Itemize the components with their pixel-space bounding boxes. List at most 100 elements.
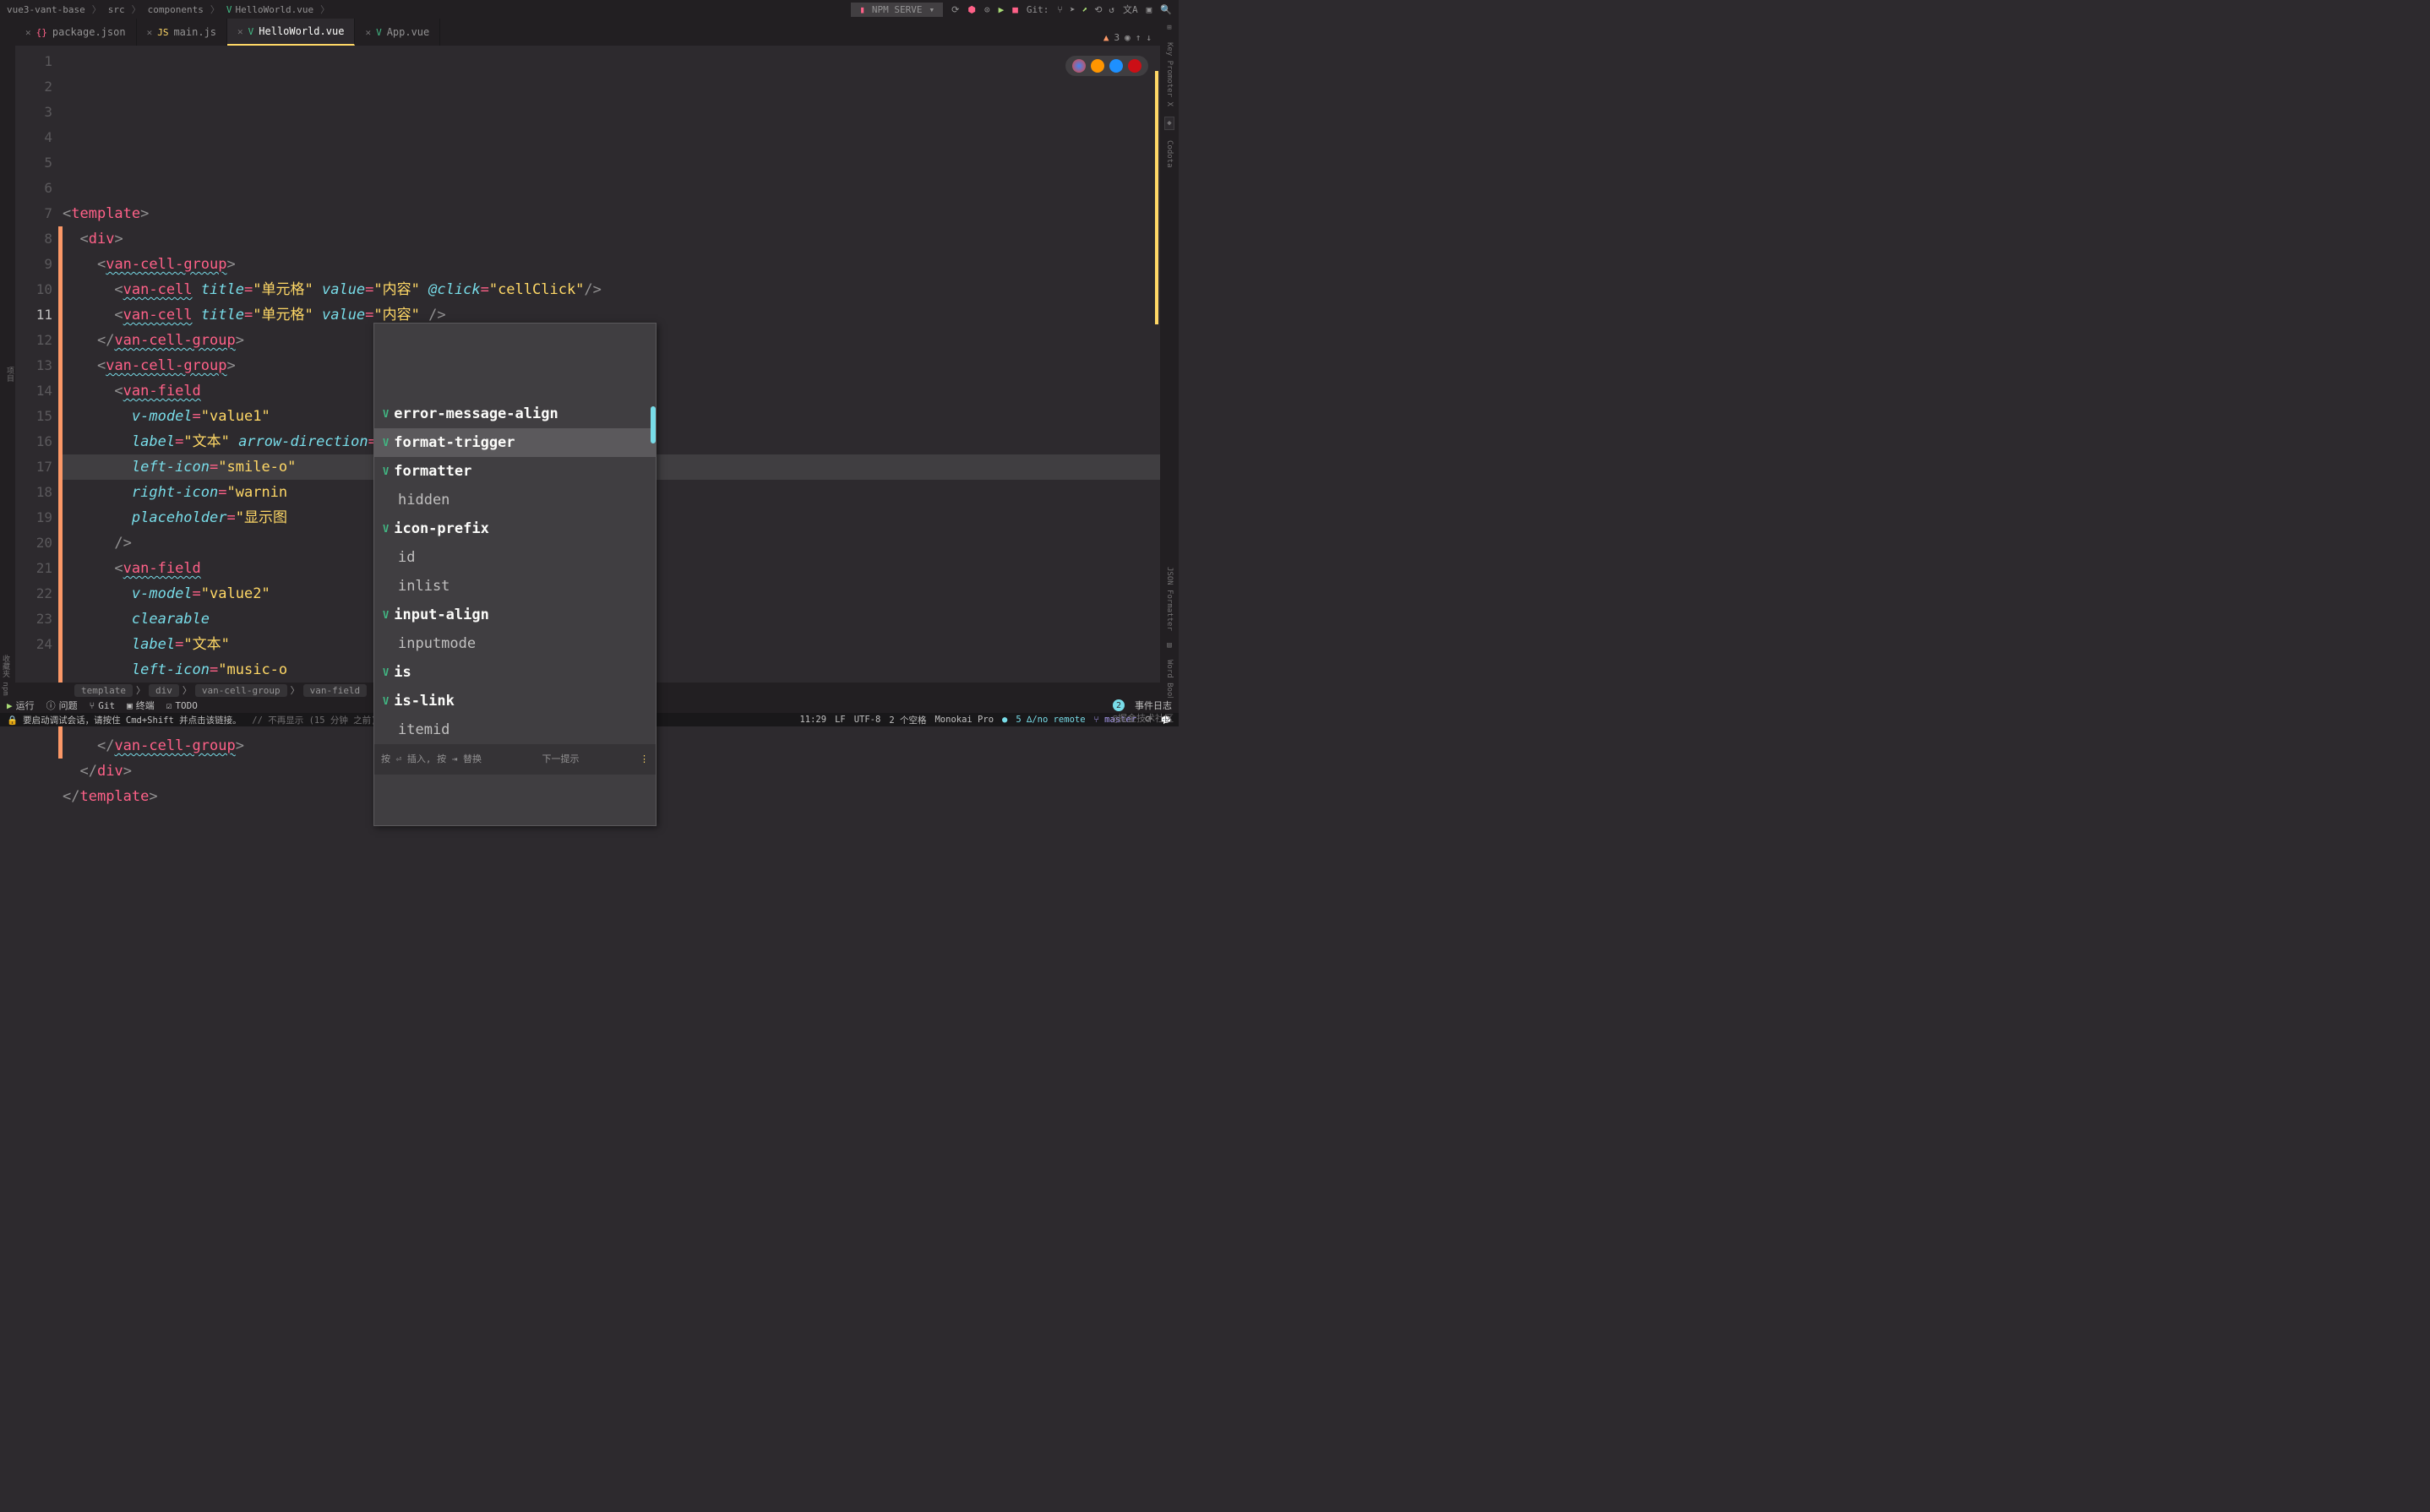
- stop-square-icon[interactable]: ■: [1012, 4, 1018, 15]
- event-count-badge[interactable]: 2: [1113, 699, 1125, 711]
- crumb-van-field[interactable]: van-field: [303, 684, 368, 697]
- left-rail-bottom: 收藏夹 npm: [0, 655, 11, 696]
- safari-icon[interactable]: [1109, 59, 1123, 73]
- favorites-tool[interactable]: 收藏夹: [1, 655, 9, 677]
- autocomplete-item[interactable]: itemid: [374, 715, 656, 744]
- breadcrumb-path[interactable]: vue3-vant-base 〉 src 〉 components 〉 V He…: [7, 3, 333, 16]
- line-number: 15: [15, 404, 52, 429]
- code-content[interactable]: ▲ 3 ◉ ↑ ↓ <template> <div> <van-cell-gro…: [63, 46, 1160, 683]
- color-scheme[interactable]: Monokai Pro: [934, 715, 994, 725]
- terminal-button[interactable]: ▣终端: [127, 699, 155, 712]
- tab-main-js[interactable]: ✕ JS main.js: [137, 19, 227, 46]
- tab-app-vue[interactable]: ✕ V App.vue: [355, 19, 440, 46]
- run-configuration-selector[interactable]: ▮ NPM SERVE ▾: [851, 3, 943, 17]
- autocomplete-item[interactable]: hidden: [374, 486, 656, 514]
- grid-icon[interactable]: ⊞: [1167, 24, 1171, 32]
- vue-icon: V: [383, 430, 389, 455]
- autocomplete-item[interactable]: Vicon-prefix: [374, 514, 656, 543]
- debug-icon[interactable]: ⊙: [984, 4, 990, 15]
- project-tool[interactable]: 项目: [4, 367, 15, 382]
- tab-helloworld-vue[interactable]: ✕ V HelloWorld.vue: [227, 19, 355, 46]
- chevron-right-icon: 〉: [136, 683, 145, 697]
- indent-settings[interactable]: 2 个空格: [889, 714, 926, 726]
- breadcrumb-components[interactable]: components: [148, 4, 204, 15]
- git-label: Git:: [1027, 4, 1049, 15]
- up-arrow-icon[interactable]: ↑: [1136, 25, 1141, 51]
- eye-icon[interactable]: ◉: [1125, 25, 1131, 51]
- tab-label: HelloWorld.vue: [259, 25, 344, 37]
- autocomplete-item[interactable]: Vformatter: [374, 457, 656, 486]
- line-number: 2: [15, 74, 52, 100]
- breadcrumb-src[interactable]: src: [108, 4, 125, 15]
- watermark: @掘金技术社区: [1112, 711, 1174, 725]
- git-revert-icon[interactable]: ↺: [1109, 4, 1114, 15]
- translate-icon[interactable]: 文A: [1123, 3, 1138, 16]
- word-book-tool[interactable]: Word Book: [1165, 660, 1174, 701]
- line-number-gutter: 123456789101112131415161718192021222324: [15, 46, 63, 683]
- close-icon[interactable]: ✕: [147, 27, 153, 38]
- line-number: 24: [15, 632, 52, 657]
- run-panel-button[interactable]: ▶运行: [7, 699, 35, 712]
- codota-icon[interactable]: ◆: [1164, 117, 1174, 130]
- reload-icon[interactable]: ⟳: [951, 4, 959, 15]
- npm-tool[interactable]: npm: [1, 683, 9, 696]
- close-icon[interactable]: ✕: [25, 27, 31, 38]
- key-promoter-tool[interactable]: Key Promoter X: [1165, 42, 1174, 106]
- opera-icon[interactable]: [1128, 59, 1141, 73]
- close-icon[interactable]: ✕: [365, 27, 371, 38]
- autocomplete-item[interactable]: Verror-message-align: [374, 400, 656, 428]
- play-icon[interactable]: ▶: [999, 4, 1005, 15]
- line-separator[interactable]: LF: [835, 715, 846, 725]
- git-commit-icon[interactable]: ➤: [1070, 4, 1076, 15]
- todo-icon: ☑: [166, 700, 172, 711]
- autocomplete-item[interactable]: Vformat-trigger: [374, 428, 656, 457]
- cursor-position[interactable]: 11:29: [799, 715, 826, 725]
- todo-button[interactable]: ☑TODO: [166, 700, 198, 711]
- inspection-widget[interactable]: ▲ 3 ◉ ↑ ↓: [1103, 25, 1152, 51]
- code-editor[interactable]: 123456789101112131415161718192021222324 …: [15, 46, 1160, 683]
- code-line[interactable]: <van-cell title="单元格" value="内容" @click=…: [63, 277, 1160, 302]
- codota-status[interactable]: 5 ∆/no remote: [1016, 715, 1085, 725]
- codota-tool[interactable]: Codota: [1165, 140, 1174, 168]
- autocomplete-item[interactable]: Vis-link: [374, 687, 656, 715]
- line-number: 14: [15, 378, 52, 404]
- dismiss-hint[interactable]: // 不再显示 (15 分钟 之前): [252, 714, 376, 726]
- crumb-template[interactable]: template: [74, 684, 133, 697]
- code-line[interactable]: <van-cell-group>: [63, 252, 1160, 277]
- event-log-button[interactable]: 事件日志: [1135, 699, 1172, 712]
- git-push-icon[interactable]: ⬈: [1082, 4, 1088, 15]
- more-icon[interactable]: ⋮: [640, 747, 649, 772]
- popup-scrollbar[interactable]: [651, 406, 656, 443]
- line-number: 7: [15, 201, 52, 226]
- chrome-icon[interactable]: [1072, 59, 1086, 73]
- code-line[interactable]: <template>: [63, 201, 1160, 226]
- bug-icon[interactable]: ⬢: [967, 4, 976, 15]
- autocomplete-item[interactable]: inputmode: [374, 629, 656, 658]
- file-encoding[interactable]: UTF-8: [854, 715, 881, 725]
- firefox-icon[interactable]: [1091, 59, 1104, 73]
- close-icon[interactable]: ✕: [237, 26, 243, 37]
- autocomplete-item[interactable]: Vis: [374, 658, 656, 687]
- json-formatter-tool[interactable]: JSON Formatter: [1165, 567, 1174, 631]
- breadcrumb-file[interactable]: HelloWorld.vue: [235, 4, 313, 15]
- git-history-icon[interactable]: ⟲: [1094, 4, 1102, 15]
- git-panel-button[interactable]: ⑂Git: [90, 700, 115, 711]
- run-config-label: NPM SERVE: [872, 4, 923, 15]
- autocomplete-item[interactable]: Vinput-align: [374, 601, 656, 629]
- search-icon[interactable]: 🔍: [1160, 4, 1172, 15]
- down-arrow-icon[interactable]: ↓: [1146, 25, 1152, 51]
- code-line[interactable]: <div>: [63, 226, 1160, 252]
- book-icon[interactable]: ▤: [1167, 641, 1171, 650]
- autocomplete-item[interactable]: inlist: [374, 572, 656, 601]
- tab-package-json[interactable]: ✕ {} package.json: [15, 19, 137, 46]
- breadcrumb-project[interactable]: vue3-vant-base: [7, 4, 85, 15]
- git-branch-icon[interactable]: ⑂: [1057, 4, 1063, 15]
- popup-footer: 按 ⏎ 插入, 按 ⇥ 替换 下一提示 ⋮: [374, 744, 656, 775]
- json-file-icon: {}: [36, 27, 47, 38]
- crumb-van-cell-group[interactable]: van-cell-group: [195, 684, 287, 697]
- autocomplete-item[interactable]: id: [374, 543, 656, 572]
- problems-button[interactable]: ⓘ问题: [46, 699, 78, 712]
- screenshot-icon[interactable]: ▣: [1147, 4, 1152, 15]
- lock-icon[interactable]: 🔒: [7, 715, 18, 726]
- crumb-div[interactable]: div: [149, 684, 179, 697]
